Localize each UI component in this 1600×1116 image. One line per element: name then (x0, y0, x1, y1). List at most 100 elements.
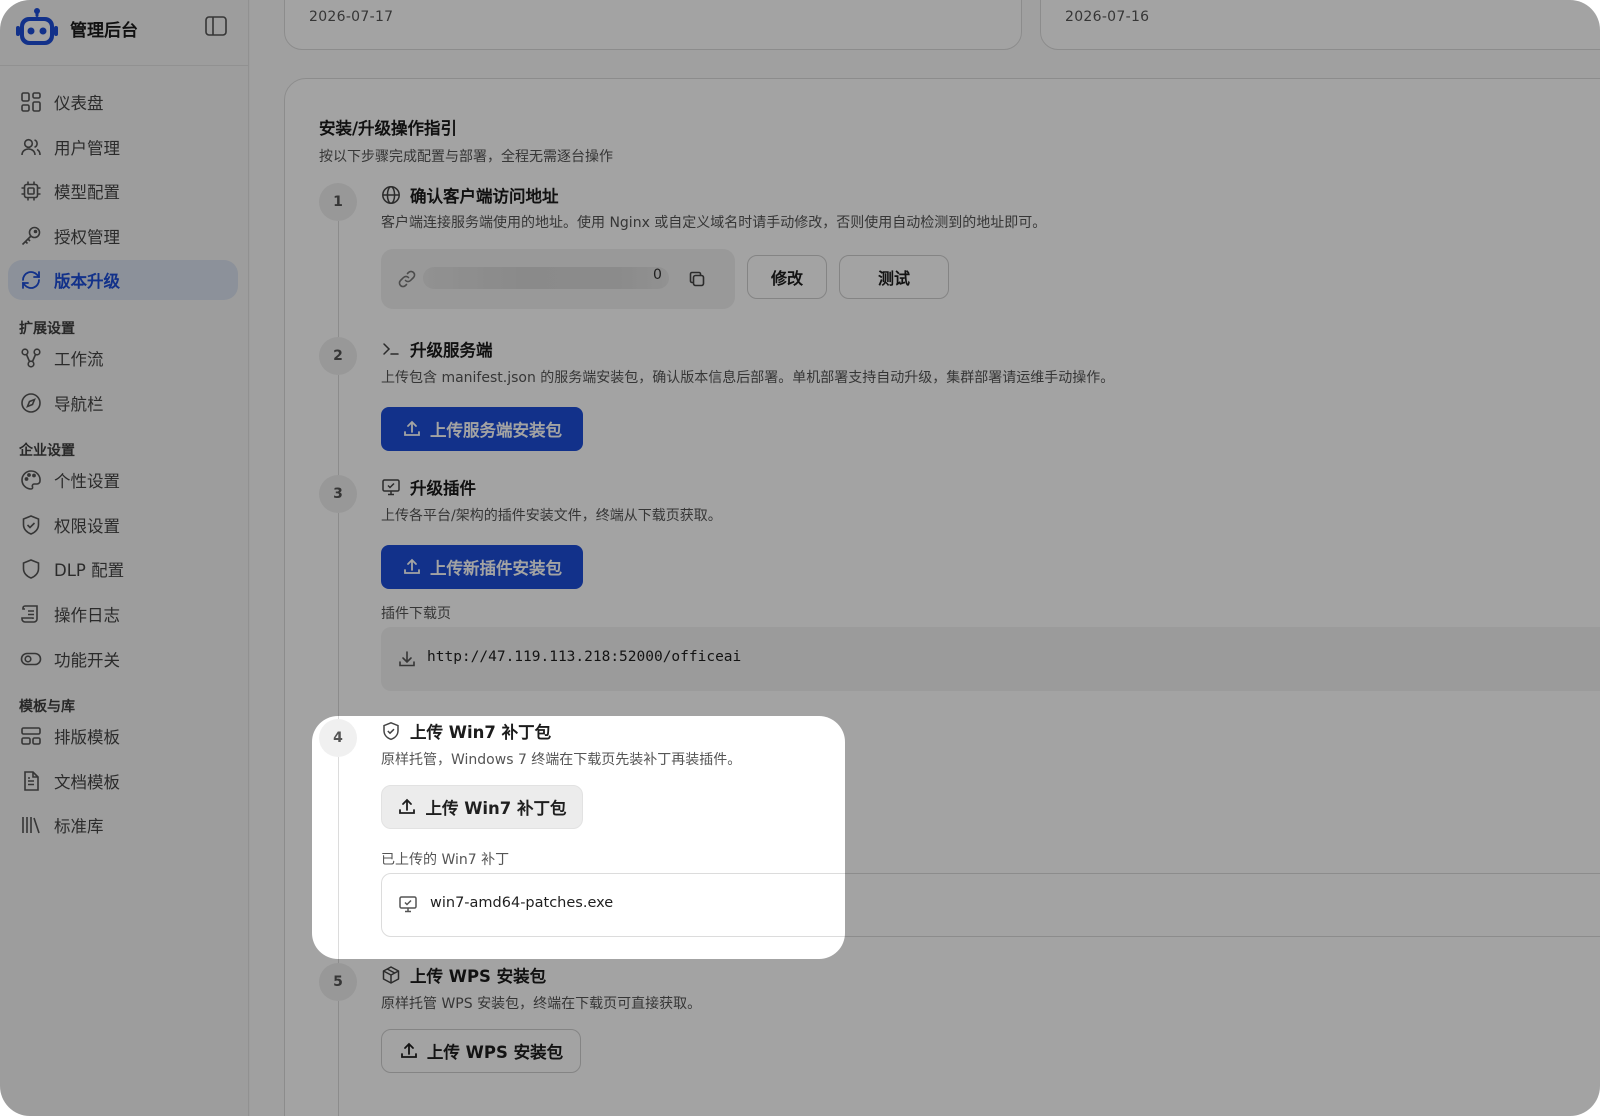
sidebar-item-personalization[interactable]: 个性设置 (8, 460, 238, 500)
users-icon (21, 138, 41, 155)
sidebar-item-navbar[interactable]: 导航栏 (8, 383, 238, 423)
shield-check-icon (383, 721, 399, 741)
upload-wps-button[interactable]: 上传 WPS 安装包 (381, 1029, 581, 1073)
step-number: 3 (319, 475, 357, 513)
timeline-line (338, 375, 339, 475)
sidebar-item-license[interactable]: 授权管理 (8, 216, 238, 256)
scroll-icon (21, 605, 38, 623)
upload-icon (399, 798, 416, 814)
sidebar: 管理后台 仪表盘 用户管理 模型配置 授权管理 版本升级 扩展设置 工作流 导航… (0, 0, 249, 1116)
upload-icon (404, 558, 420, 574)
palette-icon (21, 470, 41, 490)
step-title-text: 上传 Win7 补丁包 (410, 723, 552, 742)
sidebar-toggle-icon[interactable] (205, 16, 227, 36)
step-number: 1 (319, 183, 357, 221)
monitor-icon (399, 896, 417, 913)
upload-plugin-package-button[interactable]: 上传新插件安装包 (381, 545, 583, 589)
sidebar-item-dlp[interactable]: DLP 配置 (8, 549, 238, 589)
package-icon (382, 966, 400, 984)
nav-group-title: 扩展设置 (19, 320, 75, 337)
layout-icon (21, 727, 41, 745)
nav-group-title: 模板与库 (19, 699, 75, 716)
step-title-text: 确认客户端访问地址 (410, 187, 559, 206)
monitor-icon (382, 479, 400, 496)
timeline-line (338, 757, 339, 963)
sidebar-item-label: 个性设置 (54, 472, 120, 492)
sidebar-item-label: 权限设置 (54, 516, 120, 536)
uploaded-win7-label: 已上传的 Win7 补丁 (381, 852, 510, 868)
date-value: 2026-07-17 (309, 9, 394, 25)
upload-win7-patch-button[interactable]: 上传 Win7 补丁包 (381, 785, 583, 829)
sidebar-item-label: 排版模板 (54, 728, 120, 748)
sidebar-item-label: DLP 配置 (54, 561, 125, 581)
install-guide-card: 安装/升级操作指引 按以下步骤完成配置与部署，全程无需逐台操作 1 确认客户端访… (284, 78, 1600, 1116)
cpu-icon (21, 181, 41, 201)
sidebar-item-label: 标准库 (54, 817, 104, 837)
nav-group-title: 企业设置 (19, 443, 75, 460)
button-label: 上传新插件安装包 (430, 559, 562, 578)
download-page-label: 插件下载页 (381, 606, 451, 622)
client-url-field[interactable]: 0 (381, 249, 735, 309)
sidebar-item-permissions[interactable]: 权限设置 (8, 505, 238, 545)
robot-logo-icon (16, 8, 58, 45)
sidebar-item-standard-library[interactable]: 标准库 (8, 805, 238, 845)
sidebar-item-feature-toggles[interactable]: 功能开关 (8, 639, 238, 679)
download-icon (399, 651, 415, 667)
sidebar-item-label: 用户管理 (54, 138, 120, 158)
shield-icon (22, 559, 40, 580)
step-description: 原样托管 WPS 安装包，终端在下载页可直接获取。 (381, 996, 702, 1012)
sidebar-item-models[interactable]: 模型配置 (8, 171, 238, 211)
timeline-line (338, 513, 339, 719)
sidebar-item-dashboard[interactable]: 仪表盘 (8, 82, 238, 122)
sidebar-item-version-upgrade[interactable]: 版本升级 (8, 260, 238, 301)
shield-check-icon (22, 514, 40, 535)
sidebar-item-label: 导航栏 (54, 394, 104, 414)
step-number: 2 (319, 337, 357, 375)
timeline-line (338, 1001, 339, 1116)
step-title: 上传 Win7 补丁包 (381, 719, 551, 743)
step-description: 上传各平台/架构的插件安装文件，终端从下载页获取。 (381, 508, 722, 524)
sidebar-item-label: 模型配置 (54, 183, 120, 203)
plugin-download-url[interactable]: http://47.119.113.218:52000/officeai (381, 627, 1600, 691)
step-description: 上传包含 manifest.json 的服务端安装包，确认版本信息后部署。单机部… (381, 370, 1115, 386)
upload-icon (404, 420, 420, 436)
sidebar-item-label: 文档模板 (54, 772, 120, 792)
test-button[interactable]: 测试 (839, 255, 949, 299)
sidebar-item-label: 版本升级 (54, 272, 120, 292)
step-title-text: 升级插件 (410, 479, 476, 498)
sidebar-item-label: 授权管理 (54, 227, 120, 247)
uploaded-file-item[interactable]: win7-amd64-patches.exe (381, 873, 1600, 937)
button-label: 上传 Win7 补丁包 (425, 799, 567, 818)
link-icon (398, 270, 416, 288)
terminal-icon (383, 343, 399, 355)
toggle-icon (20, 652, 42, 665)
url-text: 0 (653, 267, 662, 283)
document-icon (24, 770, 39, 791)
button-label: 上传服务端安装包 (430, 421, 562, 440)
brand[interactable]: 管理后台 (14, 8, 236, 48)
sidebar-item-users[interactable]: 用户管理 (8, 127, 238, 167)
guide-title: 安装/升级操作指引 (319, 119, 458, 138)
step-number: 5 (319, 963, 357, 1001)
sidebar-item-workflow[interactable]: 工作流 (8, 338, 238, 378)
edit-button[interactable]: 修改 (747, 255, 827, 299)
step-description: 原样托管，Windows 7 终端在下载页先装补丁再装插件。 (381, 752, 742, 768)
step-title: 升级服务端 (381, 337, 493, 361)
sidebar-item-document-templates[interactable]: 文档模板 (8, 761, 238, 801)
step-title: 升级插件 (381, 475, 476, 499)
sidebar-item-label: 操作日志 (54, 605, 120, 625)
main-content: 2026-07-17 2026-07-16 安装/升级操作指引 按以下步骤完成配… (250, 0, 1600, 1116)
sidebar-item-label: 仪表盘 (54, 94, 104, 113)
date-card: 2026-07-16 (1040, 0, 1600, 50)
globe-icon (382, 186, 400, 204)
upload-icon (401, 1042, 417, 1058)
guide-subtitle: 按以下步骤完成配置与部署，全程无需逐台操作 (319, 149, 613, 165)
sidebar-item-logs[interactable]: 操作日志 (8, 594, 238, 634)
step-title: 确认客户端访问地址 (381, 183, 559, 207)
step-description: 客户端连接服务端使用的地址。使用 Nginx 或自定义域名时请手动修改，否则使用… (381, 215, 1047, 231)
copy-icon[interactable] (687, 269, 707, 289)
app-title: 管理后台 (70, 20, 138, 41)
file-name: win7-amd64-patches.exe (430, 895, 614, 911)
upload-server-package-button[interactable]: 上传服务端安装包 (381, 407, 583, 451)
sidebar-item-layout-templates[interactable]: 排版模板 (8, 716, 238, 756)
